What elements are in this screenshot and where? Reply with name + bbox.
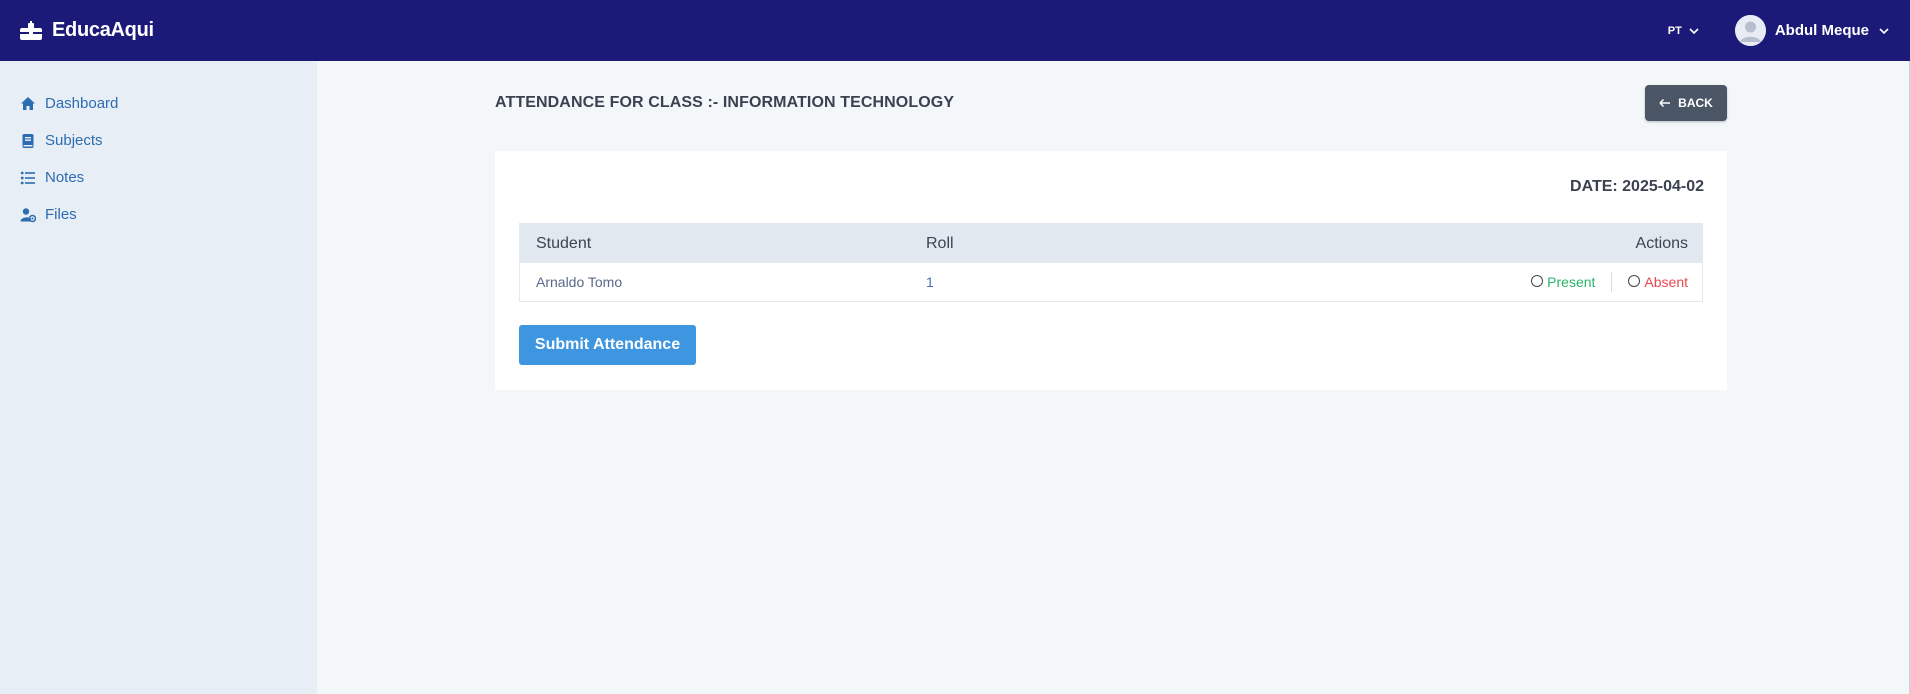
sidebar-item-notes[interactable]: Notes — [0, 159, 317, 196]
table-header: Student Roll Actions — [520, 224, 1702, 263]
sidebar-item-dashboard[interactable]: Dashboard — [0, 85, 317, 122]
roll-number: 1 — [926, 274, 934, 290]
sidebar: Dashboard Subjects Notes Files — [0, 61, 317, 694]
sidebar-item-files[interactable]: Files — [0, 196, 317, 233]
main-content: ATTENDANCE FOR CLASS :- INFORMATION TECH… — [317, 61, 1910, 694]
brand[interactable]: EducaAqui — [19, 19, 154, 42]
absent-label: Absent — [1644, 274, 1688, 290]
sidebar-item-label: Files — [45, 206, 77, 223]
avatar — [1734, 15, 1766, 46]
user-avatar-icon — [1734, 15, 1766, 46]
column-header-student: Student — [536, 234, 592, 252]
present-radio[interactable] — [1531, 275, 1544, 287]
user-gear-icon — [20, 207, 36, 222]
sidebar-item-subjects[interactable]: Subjects — [0, 122, 317, 159]
sidebar-item-label: Subjects — [45, 132, 103, 149]
school-icon — [20, 20, 42, 40]
user-name: Abdul Meque — [1774, 22, 1869, 39]
student-name: Arnaldo Tomo — [536, 274, 623, 290]
page-title: ATTENDANCE FOR CLASS :- INFORMATION TECH… — [495, 94, 955, 111]
page-header: ATTENDANCE FOR CLASS :- INFORMATION TECH… — [495, 85, 1727, 121]
sidebar-item-label: Dashboard — [45, 95, 119, 112]
column-header-roll: Roll — [926, 234, 954, 252]
attendance-date: DATE: 2025-04-02 — [1570, 178, 1704, 195]
attendance-table: Student Roll Actions Arnaldo Tomo 1 Pres… — [519, 223, 1703, 302]
user-menu[interactable]: Abdul Meque — [1734, 15, 1890, 46]
language-selector[interactable]: PT — [1668, 25, 1700, 37]
chevron-down-icon — [1879, 27, 1889, 34]
top-navbar: EducaAqui PT Abdul Meque — [0, 0, 1910, 61]
list-icon — [20, 171, 35, 184]
present-label: Present — [1547, 274, 1596, 290]
back-button-label: BACK — [1678, 96, 1713, 110]
arrow-left-icon — [1659, 98, 1671, 108]
attendance-card: DATE: 2025-04-02 Student Roll Actions Ar… — [495, 151, 1727, 390]
sidebar-item-label: Notes — [45, 169, 85, 186]
submit-attendance-button[interactable]: Submit Attendance — [519, 325, 696, 365]
app-name: EducaAqui — [52, 19, 154, 41]
attendance-actions: Present Absent — [1308, 272, 1702, 292]
absent-radio[interactable] — [1628, 275, 1641, 287]
column-header-actions: Actions — [1635, 234, 1688, 252]
language-label: PT — [1667, 24, 1682, 37]
present-option[interactable]: Present — [1531, 274, 1611, 290]
back-button[interactable]: BACK — [1645, 85, 1727, 121]
book-icon — [22, 133, 34, 148]
table-row: Arnaldo Tomo 1 Present Absent — [520, 263, 1702, 301]
chevron-down-icon — [1689, 27, 1699, 34]
home-icon — [21, 96, 35, 110]
absent-option[interactable]: Absent — [1611, 272, 1688, 292]
